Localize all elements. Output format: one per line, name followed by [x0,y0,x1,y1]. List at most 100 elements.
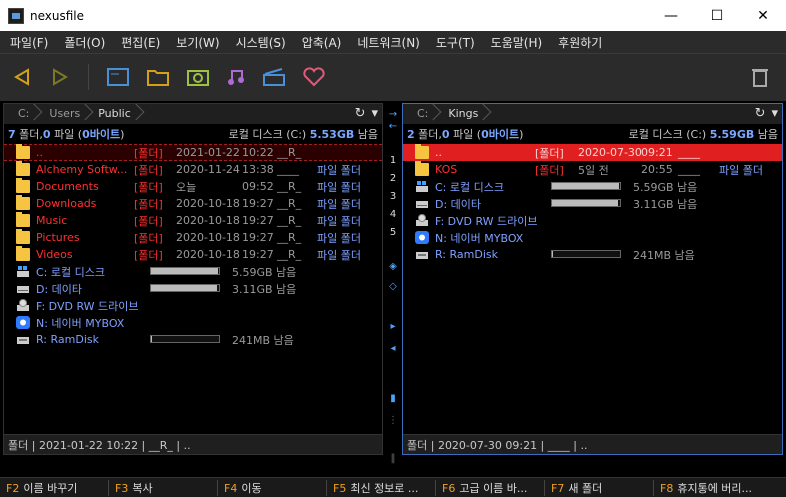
fkey-f2[interactable]: F2 이름 바꾸기 [0,479,109,496]
close-button[interactable]: ✕ [740,0,786,31]
chevron-down-icon[interactable]: ▾ [371,106,378,121]
left-row-0[interactable]: .. [폴더] 2021-01-22 10:22 __R_ [4,144,382,161]
hard-drive-icon [415,197,429,210]
favorites-button[interactable] [298,62,330,92]
right-drive-2[interactable]: F: DVD RW 드라이브 [403,212,782,229]
left-crumb-drive[interactable]: C: [4,104,37,124]
tab-3[interactable]: 3 [384,191,402,202]
folder-button[interactable] [142,62,174,92]
drive-free-space: 3.11GB 남음 [232,282,297,296]
left-drive-2[interactable]: F: DVD RW 드라이브 [4,297,382,314]
photo-button[interactable] [182,62,214,92]
file-time: 09:21 [641,146,673,159]
left-drive-3[interactable]: N: 네이버 MYBOX [4,314,382,331]
refresh-icon[interactable]: ↻ [755,106,766,121]
expand-right-icon[interactable]: ▸ [384,321,402,332]
tab-5[interactable]: 5 [384,227,402,238]
drive-usage-bar [150,284,220,292]
copy-right-arrow-icon[interactable]: → [384,109,402,120]
right-drive-3[interactable]: N: 네이버 MYBOX [403,229,782,246]
windows-drive-icon [415,180,429,193]
expand-left-icon[interactable]: ◂ [384,343,402,354]
stats-icon[interactable]: ▮ [384,393,402,404]
file-name: Downloads [36,197,97,210]
folder-icon [16,144,30,159]
left-row-6[interactable]: Videos [폴더] 2020-10-18 19:27 __R_ 파일 폴더 [4,246,382,263]
right-row-0[interactable]: .. [폴더] 2020-07-30 09:21 ____ [403,144,782,161]
folder-icon [147,70,169,86]
right-drive-0[interactable]: C: 로컬 디스크 5.59GB 남음 [403,178,782,195]
menu-network[interactable]: 네트워크(N) [349,34,428,51]
tab-2[interactable]: 2 [384,173,402,184]
left-crumb-public[interactable]: Public [88,104,139,124]
left-drive-0[interactable]: C: 로컬 디스크 5.59GB 남음 [4,263,382,280]
right-drive-4[interactable]: R: RamDisk 241MB 남음 [403,246,782,263]
fkey-f3[interactable]: F3 복사 [109,479,218,496]
copy-left-arrow-icon[interactable]: ← [384,121,402,132]
drive-name: N: 네이버 MYBOX [435,231,524,245]
left-row-2[interactable]: Documents [폴더] 오늘 09:52 __R_ 파일 폴더 [4,178,382,195]
cloud-drive-icon [415,231,429,244]
left-row-3[interactable]: Downloads [폴더] 2020-10-18 19:27 __R_ 파일 폴더 [4,195,382,212]
hard-drive-icon [16,282,30,295]
console-button[interactable] [102,62,134,92]
file-kind: 파일 폴더 [317,163,361,177]
left-panel[interactable]: C: Users Public ↻ ▾ 7 폴더, 0 파일 (0바이트) 로컬… [3,103,383,455]
minimize-button[interactable]: — [648,0,694,31]
fkey-f5[interactable]: F5 최신 정보로 ... [327,479,436,496]
file-name: Videos [36,248,73,261]
chevron-down-icon[interactable]: ▾ [771,106,778,121]
menu-edit[interactable]: 편집(E) [113,34,168,51]
right-crumb-drive[interactable]: C: [403,104,436,124]
sync-icon[interactable]: ◈ [384,261,402,272]
menu-system[interactable]: 시스템(S) [228,34,294,51]
right-drive-1[interactable]: D: 데이타 3.11GB 남음 [403,195,782,212]
right-panel[interactable]: C: Kings ↻ ▾ 2 폴더, 0 파일 (0바이트) 로컬 디스크 (C… [402,103,783,455]
right-disk-label: 로컬 디스크 (C:) [628,128,707,141]
grip-icon[interactable]: ⋮ [384,415,402,426]
compare-icon[interactable]: ◇ [384,281,402,292]
left-row-4[interactable]: Music [폴더] 2020-10-18 19:27 __R_ 파일 폴더 [4,212,382,229]
menu-archive[interactable]: 압축(A) [294,34,350,51]
left-drive-1[interactable]: D: 데이타 3.11GB 남음 [4,280,382,297]
file-type: [폴더] [134,146,163,160]
fkey-f4[interactable]: F4 이동 [218,479,327,496]
file-type: [폴더] [134,180,163,194]
music-button[interactable] [220,62,252,92]
fkey-f6[interactable]: F6 고급 이름 바... [436,479,545,496]
fkey-f8[interactable]: F8 휴지통에 버리... [654,480,786,496]
menu-help[interactable]: 도움말(H) [483,34,551,51]
drive-usage-bar [551,182,621,190]
fkey-key: F7 [551,481,565,495]
file-date: 5일 전 [578,163,609,177]
left-crumb-users[interactable]: Users [37,104,88,124]
tab-4[interactable]: 4 [384,209,402,220]
refresh-icon[interactable]: ↻ [355,106,366,121]
file-time: 19:27 [242,248,274,261]
file-date: 2020-10-18 [176,197,240,210]
menu-tools[interactable]: 도구(T) [428,34,483,51]
right-crumb-kings[interactable]: Kings [436,104,486,124]
left-row-5[interactable]: Pictures [폴더] 2020-10-18 19:27 __R_ 파일 폴더 [4,229,382,246]
tab-1[interactable]: 1 [384,155,402,166]
file-name: .. [36,146,43,159]
right-row-1[interactable]: KOS [폴더] 5일 전 20:55 ____ 파일 폴더 [403,161,782,178]
menu-view[interactable]: 보기(W) [168,34,227,51]
app-icon [8,7,24,24]
back-button[interactable] [6,62,38,92]
file-type: [폴더] [535,163,564,177]
maximize-button[interactable]: ☐ [694,0,740,31]
fkey-key: F6 [442,481,456,495]
file-kind: 파일 폴더 [317,248,361,262]
trash-button[interactable] [744,62,776,92]
fkey-f7[interactable]: F7 새 폴더 [545,479,654,496]
forward-button[interactable] [44,62,76,92]
fkey-label: 복사 [132,481,153,495]
left-drive-4[interactable]: R: RamDisk 241MB 남음 [4,331,382,348]
menu-file[interactable]: 파일(F) [2,34,56,51]
menu-donate[interactable]: 후원하기 [550,34,610,51]
splitter-handle-icon[interactable]: ‖ [384,453,402,464]
video-button[interactable] [258,62,290,92]
left-row-1[interactable]: Alchemy Softw... [폴더] 2020-11-24 13:38 ____ 파… [4,161,382,178]
menu-folder[interactable]: 폴더(O) [56,34,113,51]
